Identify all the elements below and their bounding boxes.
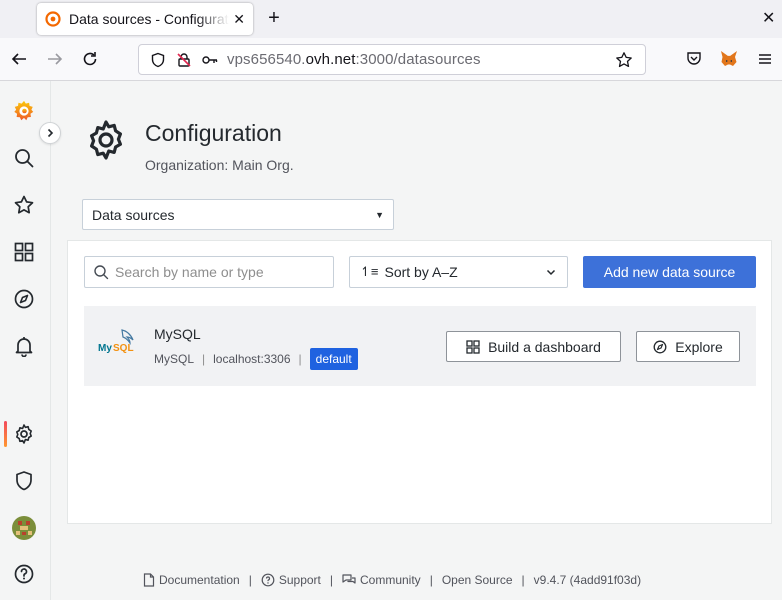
datasource-type: MySQL	[154, 352, 195, 366]
default-badge: default	[309, 348, 358, 370]
tab-close-icon[interactable]: ✕	[233, 11, 245, 28]
sort-label: Sort by A–Z	[384, 264, 458, 280]
server-admin-shield-icon[interactable]	[12, 469, 36, 493]
key-icon[interactable]	[199, 49, 221, 71]
back-icon[interactable]	[8, 48, 30, 70]
footer-open-source-link[interactable]: Open Source	[442, 573, 513, 587]
configuration-icon[interactable]	[12, 422, 36, 446]
grafana-sidebar	[0, 81, 51, 600]
build-dashboard-button[interactable]: Build a dashboard	[446, 331, 621, 362]
page-subtitle: Organization: Main Org.	[145, 157, 294, 173]
new-tab-button[interactable]: +	[262, 7, 286, 31]
document-icon	[143, 573, 155, 587]
configuration-header-icon	[90, 120, 122, 160]
reload-icon[interactable]	[79, 48, 101, 70]
bookmark-star-icon[interactable]	[613, 49, 635, 71]
svg-text:My: My	[98, 343, 112, 354]
tab-title: Data sources - Configuration - Grafana	[69, 11, 229, 27]
user-avatar[interactable]	[12, 516, 36, 540]
browser-nav-bar: vps656540.ovh.net:3000/datasources	[0, 38, 782, 81]
divider: |	[298, 352, 302, 366]
help-icon[interactable]	[12, 562, 36, 586]
active-indicator	[4, 421, 7, 447]
metamask-extension-icon[interactable]	[718, 48, 740, 70]
question-circle-icon	[261, 573, 275, 587]
footer: Documentation | Support | Community | Op…	[143, 573, 641, 587]
section-select-value: Data sources	[92, 206, 175, 223]
dashboard-grid-icon	[466, 339, 480, 354]
datasource-url: localhost:3306	[213, 352, 291, 366]
explore-icon[interactable]	[12, 287, 36, 311]
forward-icon[interactable]	[44, 48, 66, 70]
alerting-icon[interactable]	[12, 334, 36, 358]
pocket-icon[interactable]	[683, 48, 705, 70]
chevron-right-icon	[47, 128, 54, 138]
grafana-favicon-icon	[45, 11, 61, 27]
search-input[interactable]: Search by name or type	[84, 256, 334, 288]
chevron-down-icon	[546, 269, 556, 276]
datasource-card[interactable]: My SQL MySQL MySQL | localhost:3306 | de…	[84, 306, 756, 386]
comments-icon	[342, 574, 356, 584]
caret-down-icon: ▼	[375, 209, 384, 220]
address-bar[interactable]: vps656540.ovh.net:3000/datasources	[138, 44, 646, 75]
footer-documentation-link[interactable]: Documentation	[143, 573, 240, 587]
browser-tab-bar: Data sources - Configuration - Grafana ✕…	[0, 0, 782, 38]
grafana-logo-icon[interactable]	[12, 99, 36, 123]
search-icon[interactable]	[12, 146, 36, 170]
menu-icon[interactable]	[754, 48, 776, 70]
insecure-lock-icon[interactable]	[173, 49, 195, 71]
expand-sidebar-button[interactable]	[39, 122, 61, 144]
page-title: Configuration	[145, 120, 282, 146]
mysql-logo-icon: My SQL	[98, 329, 134, 354]
window-close-icon[interactable]: ✕	[762, 8, 775, 28]
datasource-meta: MySQL | localhost:3306 | default	[154, 347, 358, 371]
footer-community-link[interactable]: Community	[342, 573, 421, 587]
footer-version: v9.4.7 (4add91f03d)	[533, 573, 642, 587]
sort-select[interactable]: ↿≡ Sort by A–Z	[349, 256, 568, 288]
build-dashboard-label: Build a dashboard	[488, 338, 601, 355]
shield-icon[interactable]	[147, 49, 169, 71]
add-new-data-source-button[interactable]: Add new data source	[583, 256, 756, 288]
footer-support-link[interactable]: Support	[261, 573, 321, 587]
search-icon	[94, 265, 109, 280]
svg-text:SQL: SQL	[113, 343, 134, 354]
search-placeholder: Search by name or type	[115, 264, 264, 280]
url-text: vps656540.ovh.net:3000/datasources	[227, 51, 481, 68]
explore-label: Explore	[675, 338, 723, 355]
sort-icon: ↿≡	[360, 264, 379, 279]
datasource-name: MySQL	[154, 326, 201, 342]
dashboards-icon[interactable]	[12, 240, 36, 264]
compass-icon	[653, 340, 667, 353]
starred-icon[interactable]	[12, 193, 36, 217]
explore-button[interactable]: Explore	[636, 331, 740, 362]
divider: |	[202, 352, 206, 366]
browser-tab[interactable]: Data sources - Configuration - Grafana ✕	[37, 3, 253, 35]
section-select[interactable]: Data sources ▼	[82, 199, 394, 230]
